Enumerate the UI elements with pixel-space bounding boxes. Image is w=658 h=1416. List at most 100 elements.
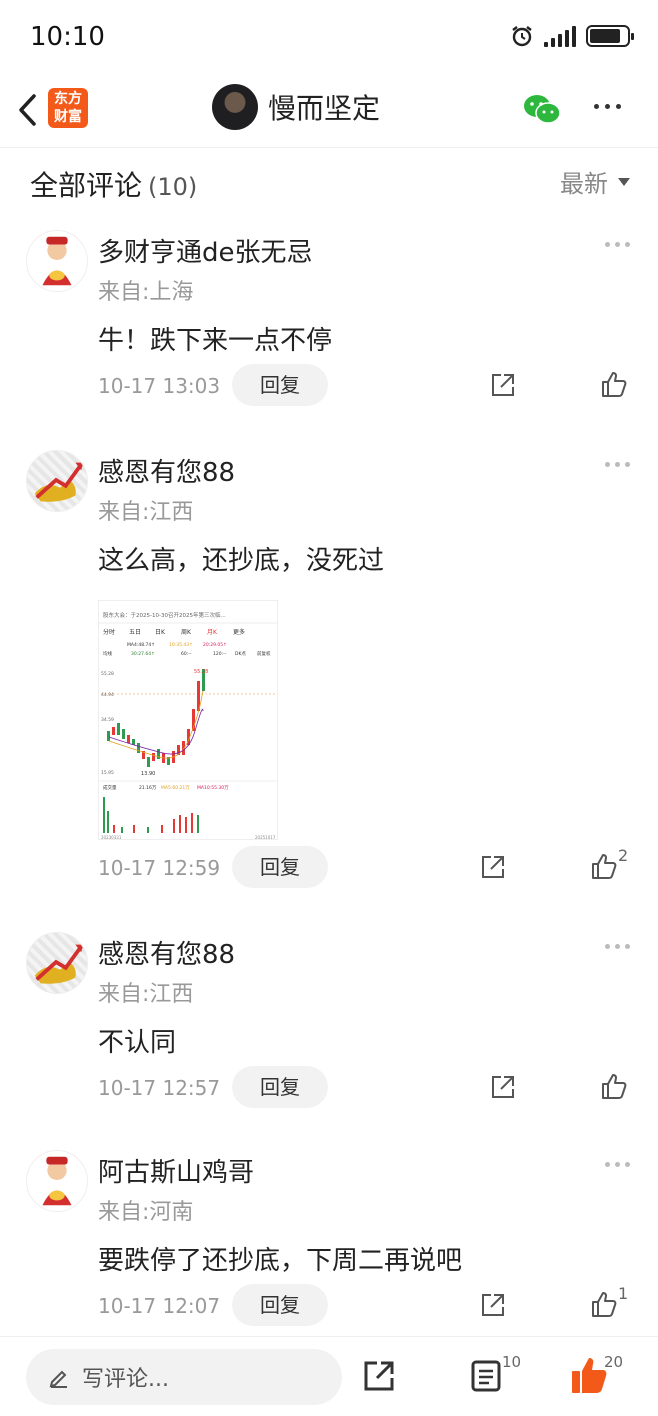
bottom-action-bar: 写评论... 10 20 xyxy=(0,1336,658,1416)
comment-more-icon[interactable] xyxy=(605,1162,630,1167)
chart-low-label: 13.90 xyxy=(141,771,155,777)
chart-notice: 股东大会：于2025-10-30召开2025年第三次临... xyxy=(103,611,226,619)
comment-more-icon[interactable] xyxy=(605,462,630,467)
sort-label: 最新 xyxy=(560,170,608,198)
share-icon[interactable] xyxy=(480,854,506,880)
comment-time: 10-17 12:59 xyxy=(98,856,221,880)
ma-label: DK点 xyxy=(235,651,246,657)
volume-label: MA10:55.30万 xyxy=(197,785,229,791)
reply-button[interactable]: 回复 xyxy=(232,1284,328,1326)
ma-label: 前复权 xyxy=(257,650,271,657)
golden-bull-avatar-icon xyxy=(34,944,84,984)
comment-item: 感恩有您88 来自:江西 不认同 10-17 12:57 回复 xyxy=(0,932,658,1132)
pencil-icon xyxy=(49,1370,67,1388)
sort-dropdown[interactable]: 最新 xyxy=(560,164,630,199)
write-comment-input[interactable]: 写评论... xyxy=(26,1349,342,1405)
comment-location: 来自:上海 xyxy=(98,280,194,305)
comment-author[interactable]: 感恩有您88 xyxy=(98,452,235,489)
comment-location: 来自:江西 xyxy=(98,500,194,525)
avatar[interactable] xyxy=(26,230,88,292)
write-comment-placeholder: 写评论... xyxy=(82,1367,169,1392)
status-icons xyxy=(510,24,634,48)
chart-tab-active: 月K xyxy=(207,629,218,636)
comment-more-icon[interactable] xyxy=(605,944,630,949)
comment-location: 来自:河南 xyxy=(98,1200,194,1225)
comment-time: 10-17 12:57 xyxy=(98,1076,221,1100)
comment-item: 多财亨通de张无忌 来自:上海 牛！跌下来一点不停 10-17 13:03 回复 xyxy=(0,230,658,430)
golden-bull-avatar-icon xyxy=(34,462,84,502)
wechat-share-icon[interactable] xyxy=(522,92,562,126)
like-count: 1 xyxy=(618,1284,629,1303)
thumbs-up-icon[interactable] xyxy=(590,1290,618,1318)
price-label: 15.95 xyxy=(101,770,114,776)
volume-label: 21.16万 xyxy=(139,785,157,791)
comment-author[interactable]: 阿古斯山鸡哥 xyxy=(98,1152,254,1189)
back-arrow-icon[interactable] xyxy=(14,90,44,130)
ma-label: 20:29.05↑ xyxy=(203,642,227,648)
alarm-icon xyxy=(512,26,532,47)
comment-location: 来自:江西 xyxy=(98,982,194,1007)
sort-caret-icon xyxy=(618,177,630,186)
comments-header: 全部评论 (10) 最新 xyxy=(0,148,658,218)
chart-tab: 日K xyxy=(155,629,166,636)
like-count: 2 xyxy=(618,846,629,865)
comment-text: 这么高，还抄底，没死过 xyxy=(98,546,385,576)
avatar[interactable] xyxy=(26,1150,88,1212)
eastmoney-logo[interactable]: 东方 财富 xyxy=(48,88,88,128)
fortune-god-avatar-icon xyxy=(42,236,72,286)
ma-label: 30:27.64↑ xyxy=(131,651,155,657)
share-icon[interactable] xyxy=(480,1292,506,1318)
chart-tab: 五日 xyxy=(129,629,141,636)
comment-time: 10-17 13:03 xyxy=(98,374,221,398)
volume-label: 成交量 xyxy=(103,784,117,791)
stock-chart-screenshot: 股东大会：于2025-10-30召开2025年第三次临... 分时 五日 日K … xyxy=(99,601,277,840)
comments-count-badge: 10 xyxy=(502,1353,522,1371)
price-label: 34.59 xyxy=(101,717,114,723)
comment-author[interactable]: 感恩有您88 xyxy=(98,934,235,971)
comment-more-icon[interactable] xyxy=(605,242,630,247)
author-header[interactable]: 慢而坚定 xyxy=(212,84,380,130)
chart-tab: 更多 xyxy=(233,628,245,636)
ma-label: 10:35.43↑ xyxy=(169,642,193,648)
share-icon[interactable] xyxy=(490,1074,516,1100)
comment-item: 感恩有您88 来自:江西 这么高，还抄底，没死过 股东大会：于2025-10-3… xyxy=(0,450,658,910)
comment-time: 10-17 12:07 xyxy=(98,1294,221,1318)
comments-list-icon[interactable] xyxy=(470,1359,502,1393)
price-label: 44.94 xyxy=(101,692,114,698)
ma-label: 均线 xyxy=(103,650,112,657)
thumbs-up-icon[interactable] xyxy=(600,370,628,398)
chart-high-label: 55.28 xyxy=(194,669,208,675)
like-count-badge: 20 xyxy=(604,1353,624,1371)
ma-label: 60:-- xyxy=(181,651,192,657)
share-icon[interactable] xyxy=(490,372,516,398)
chart-date-end: 20251017 xyxy=(255,835,276,840)
comment-text: 要跌停了还抄底，下周二再说吧 xyxy=(98,1246,463,1276)
comment-item: 阿古斯山鸡哥 来自:河南 要跌停了还抄底，下周二再说吧 10-17 12:07 … xyxy=(0,1150,658,1340)
price-label: 55.28 xyxy=(101,671,114,677)
thumbs-up-filled-icon[interactable] xyxy=(570,1355,608,1395)
author-name[interactable]: 慢而坚定 xyxy=(268,87,380,127)
comment-author[interactable]: 多财亨通de张无忌 xyxy=(98,232,313,269)
thumbs-up-icon[interactable] xyxy=(590,852,618,880)
ma-label: 120:-- xyxy=(213,651,227,657)
author-avatar[interactable] xyxy=(212,84,258,130)
ma-label: MA4:48.74↑ xyxy=(127,642,155,648)
chart-tab: 周K xyxy=(181,629,192,636)
more-options-icon[interactable] xyxy=(594,104,621,109)
reply-button[interactable]: 回复 xyxy=(232,1066,328,1108)
avatar[interactable] xyxy=(26,932,88,994)
avatar[interactable] xyxy=(26,450,88,512)
comments-count: (10) xyxy=(148,173,198,201)
comments-title: 全部评论 (10) xyxy=(30,164,197,204)
logo-line-1: 东方 xyxy=(54,91,82,107)
top-nav: 东方 财富 慢而坚定 xyxy=(0,78,658,148)
comments-title-text: 全部评论 xyxy=(30,169,143,202)
reply-button[interactable]: 回复 xyxy=(232,846,328,888)
comment-text: 牛！跌下来一点不停 xyxy=(98,326,333,356)
battery-fill xyxy=(590,29,620,43)
share-icon[interactable] xyxy=(362,1359,396,1393)
thumbs-up-icon[interactable] xyxy=(600,1072,628,1100)
reply-button[interactable]: 回复 xyxy=(232,364,328,406)
comment-image-stock-chart[interactable]: 股东大会：于2025-10-30召开2025年第三次临... 分时 五日 日K … xyxy=(98,600,278,840)
comment-text: 不认同 xyxy=(98,1028,177,1058)
